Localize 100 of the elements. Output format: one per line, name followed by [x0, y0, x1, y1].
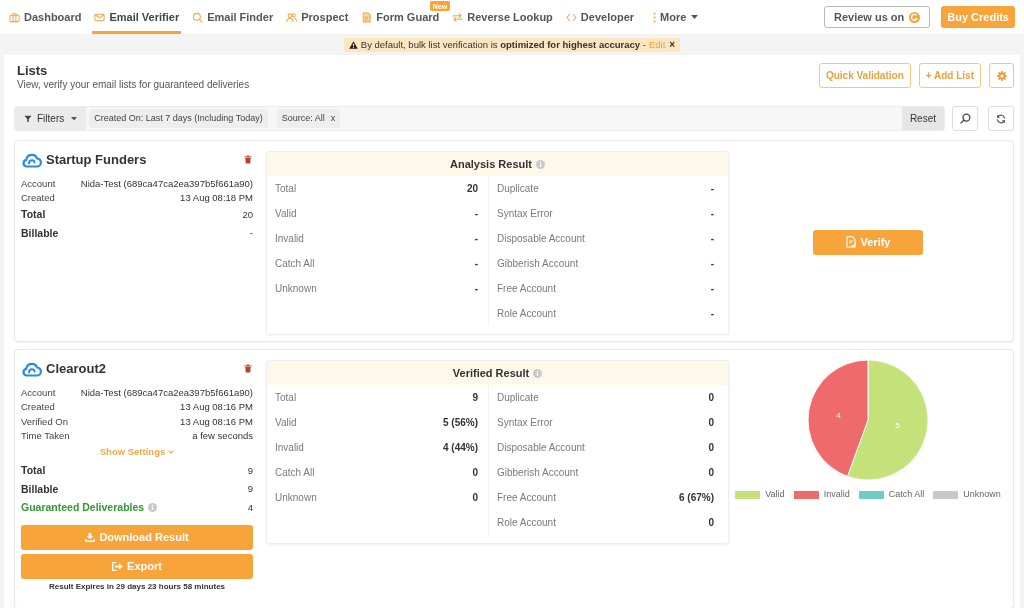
expiry-note: Result Expires in 29 days 23 hours 58 minutes: [47, 581, 227, 592]
result-value: 0: [472, 492, 478, 503]
result-value: 0: [708, 417, 714, 428]
result-label: Duplicate: [497, 392, 539, 403]
result-value: 4 (44%): [443, 442, 478, 453]
result-title: Analysis Result: [450, 158, 532, 170]
summary-value: 9: [247, 465, 253, 475]
result-value: -: [474, 208, 478, 219]
detail-value: Nida-Test (689ca47ca2ea397b5f661a90): [80, 178, 253, 188]
result-value: 0: [708, 442, 714, 453]
result-label: Unknown: [275, 492, 317, 503]
filters-button[interactable]: Filters: [15, 107, 87, 130]
reset-button[interactable]: Reset: [901, 107, 944, 130]
detail-label: Created: [21, 402, 55, 412]
result-label: Gibberish Account: [497, 258, 579, 269]
close-button[interactable]: ×: [669, 39, 676, 50]
result-value: -: [710, 308, 714, 319]
chevron-down-icon: [168, 450, 175, 454]
search-button[interactable]: [952, 106, 978, 131]
summary-label: Total: [21, 209, 46, 220]
detail-value: Nida-Test (689ca47ca2ea397b5f661a90): [80, 387, 253, 397]
people-icon: [286, 11, 298, 23]
result-value: -: [710, 233, 714, 244]
list-name: Startup Funders: [46, 152, 147, 166]
caret-icon: [691, 15, 699, 19]
page-subtitle: View, verify your email lists for guaranteed deliveries: [17, 79, 250, 91]
result-value: 5 (56%): [443, 417, 478, 428]
detail-value: 13 Aug 08:18 PM: [180, 193, 253, 203]
sign-out-icon: [112, 561, 124, 571]
notice-text: By default, bulk list verification is optimized for highest accuracy - Edit: [360, 39, 666, 50]
result-value: -: [710, 258, 714, 269]
trash-icon[interactable]: [244, 154, 252, 164]
result-label: Valid: [275, 417, 297, 428]
result-label: Invalid: [275, 442, 304, 453]
result-label: Disposable Account: [497, 442, 585, 453]
summary-label: Billable: [21, 483, 59, 494]
summary-label: Total: [21, 465, 46, 476]
summary-label: Guaranteed Deliverables: [21, 502, 145, 513]
result-label: Role Account: [497, 517, 556, 528]
page-title: Lists: [17, 63, 49, 79]
result-label: Valid: [275, 208, 297, 219]
nav-tab[interactable]: Reverse Lookup: [450, 0, 555, 34]
summary-value: 4: [247, 502, 253, 512]
result-label: Role Account: [497, 308, 556, 319]
list-name: Clearout2: [46, 361, 106, 375]
circle-logo-icon: [909, 11, 921, 23]
result-value: -: [710, 208, 714, 219]
settings-icon: [996, 70, 1007, 81]
summary-value: 9: [247, 484, 253, 494]
nav-tab[interactable]: Dashboard: [7, 0, 84, 34]
download-icon: [85, 532, 96, 542]
nav-tab[interactable]: Email Verifier: [92, 0, 182, 34]
briefcase-icon: [9, 11, 20, 23]
legend-label: Unknown: [963, 490, 1001, 499]
result-value: 20: [466, 183, 478, 194]
filter-icon: [24, 114, 32, 123]
result-label: Free Account: [497, 283, 556, 294]
remove-button[interactable]: x: [330, 114, 336, 123]
result-label: Syntax Error: [497, 417, 553, 428]
info-icon: [148, 502, 158, 512]
dots-icon: [653, 11, 657, 23]
document-check-icon: [845, 236, 857, 248]
search-icon: [192, 11, 204, 23]
result-value: 9: [472, 392, 478, 403]
result-label: Disposable Account: [497, 233, 585, 244]
nav-tab[interactable]: Prospect: [284, 0, 351, 34]
chip-label: Created On: Last 7 days (Including Today): [94, 114, 263, 123]
review-button[interactable]: Review us on: [823, 6, 931, 28]
slice-value-label: 5: [895, 421, 900, 431]
detail-label: Account: [21, 387, 56, 397]
refresh-icon: [996, 113, 1006, 124]
result-label: Invalid: [275, 233, 304, 244]
detail-value: 13 Aug 08:16 PM: [180, 416, 253, 426]
summary-value: -: [249, 228, 253, 238]
result-value: -: [474, 233, 478, 244]
result-label: Total: [275, 392, 297, 403]
result-label: Catch All: [275, 467, 315, 478]
result-value: -: [710, 283, 714, 294]
more-menu[interactable]: More: [651, 0, 701, 34]
refresh-button[interactable]: [988, 106, 1014, 131]
trash-icon[interactable]: [244, 363, 252, 373]
code-icon: [565, 11, 577, 23]
result-label: Total: [275, 183, 297, 194]
slice-value-label: 4: [836, 410, 841, 420]
result-value: 6 (67%): [679, 492, 714, 503]
info-icon: [533, 368, 543, 378]
result-label: Syntax Error: [497, 208, 553, 219]
nav-tab[interactable]: Email Finder: [190, 0, 276, 34]
legend-label: Invalid: [823, 490, 850, 499]
envelope-icon: [94, 11, 106, 23]
result-value: -: [474, 258, 478, 269]
result-value: 0: [708, 467, 714, 478]
document-icon: [361, 11, 373, 23]
result-label: Duplicate: [497, 183, 539, 194]
legend-label: Valid: [765, 490, 785, 499]
result-value: -: [710, 183, 714, 194]
result-label: Gibberish Account: [497, 467, 579, 478]
detail-value: a few seconds: [192, 431, 253, 441]
info-icon: [535, 159, 545, 169]
nav-tab[interactable]: Developer: [563, 0, 637, 34]
